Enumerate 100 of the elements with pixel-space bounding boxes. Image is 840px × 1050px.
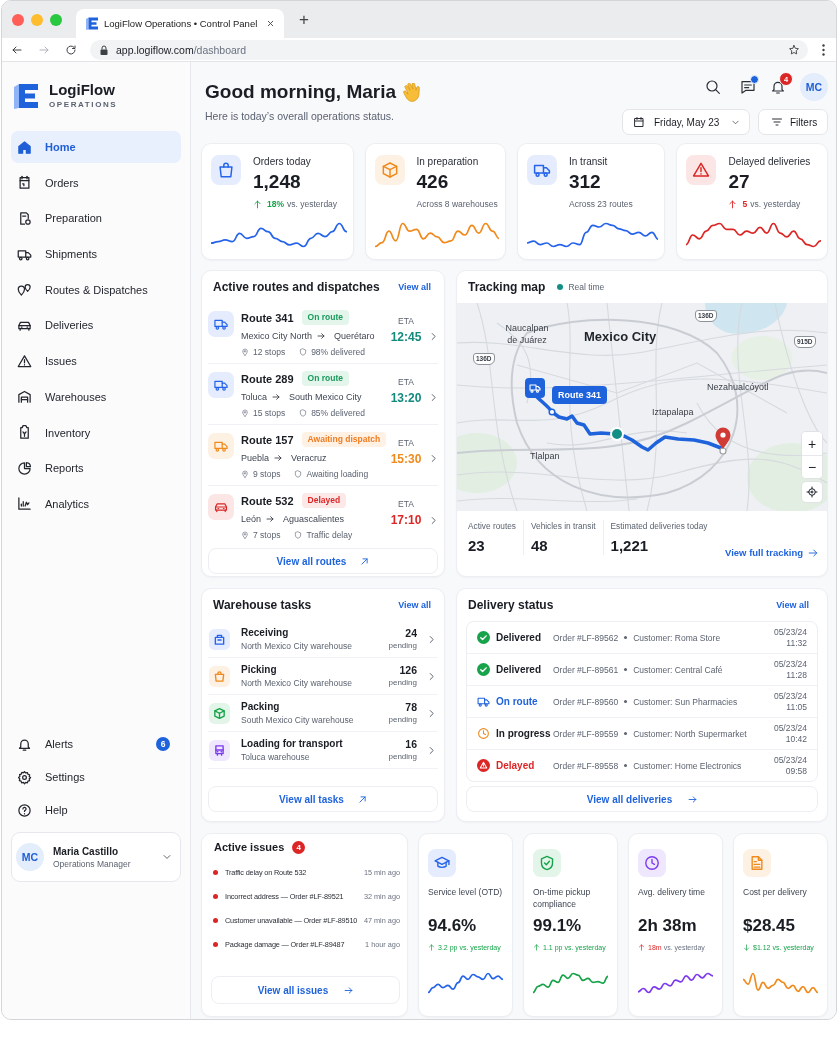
- close-icon[interactable]: [266, 19, 275, 28]
- delivery-row[interactable]: In progress Order #LF-89559 Customer: North Supermarket 05/23/24 10:42: [467, 717, 817, 749]
- location-marker-icon: [610, 427, 624, 441]
- route-row[interactable]: Route 532 Delayed León Aguascalientes 7 stops Traffic delay ETA 17:10: [208, 486, 438, 547]
- bullet-dot-icon: [213, 941, 218, 947]
- nav-item[interactable]: Help: [11, 795, 181, 825]
- reload-icon[interactable]: [65, 43, 77, 56]
- search-icon[interactable]: [705, 79, 721, 95]
- truck-icon: [527, 155, 557, 185]
- separator-dot-icon: [624, 732, 628, 735]
- eta-time: 17:10: [390, 512, 422, 528]
- filters-button[interactable]: Filters: [758, 109, 828, 135]
- arrow-up-right-icon: [357, 794, 367, 804]
- date-picker[interactable]: Friday, May 23: [622, 109, 750, 135]
- clipboard-icon: [17, 425, 32, 440]
- route-destination: Aguascalientes: [283, 513, 345, 524]
- nav-item[interactable]: Home: [11, 131, 181, 163]
- car-icon: [208, 494, 234, 520]
- delivery-status: Delayed: [496, 760, 536, 771]
- menu-icon[interactable]: [822, 43, 825, 56]
- kpi-label: In transit: [569, 155, 609, 169]
- chevron-right-icon: [429, 454, 438, 463]
- place-label: Nezahualcóyotl: [707, 381, 769, 393]
- bookmark-star-icon[interactable]: [788, 43, 800, 56]
- chevron-right-icon: [427, 745, 436, 755]
- task-row[interactable]: Loading for transport Toluca warehouse 16 pending: [208, 732, 438, 769]
- view-all-issues-button[interactable]: View all issues: [211, 976, 400, 1004]
- truck-marker-icon[interactable]: [525, 378, 545, 398]
- route-name: Route 532: [241, 494, 294, 507]
- separator-dot-icon: [624, 636, 628, 639]
- nav-item[interactable]: Deliveries: [11, 309, 181, 342]
- view-all-tasks-button[interactable]: View all tasks: [208, 786, 438, 812]
- view-full-tracking-link[interactable]: View full tracking: [725, 547, 818, 558]
- route-row[interactable]: Route 289 On route Toluca South Mexico City 15 stops 85% delivered ETA 13:20: [208, 364, 438, 425]
- delivery-time: 09:58: [785, 765, 807, 777]
- nav-item[interactable]: Inventory: [11, 416, 181, 449]
- route-row[interactable]: Route 157 Awaiting dispatch Puebla Veracruz 9 stops Awaiting loading ETA 15:30: [208, 425, 438, 486]
- nav-item[interactable]: Alerts 6: [11, 729, 181, 759]
- nav-item[interactable]: Warehouses: [11, 380, 181, 413]
- shield-icon: [299, 408, 308, 417]
- route-row[interactable]: Route 341 On route Mexico City North Querétaro 12 stops 98% delivered ETA 12:45: [208, 303, 438, 364]
- user-menu[interactable]: MC Maria Castillo Operations Manager: [11, 832, 181, 882]
- nav-item[interactable]: Issues: [11, 345, 181, 378]
- messages-icon[interactable]: [740, 79, 756, 95]
- notifications-icon[interactable]: [770, 79, 786, 95]
- clipboard-icon: [17, 210, 32, 226]
- customer-name: Customer: Roma Store: [633, 632, 721, 643]
- delivery-status: Delivered: [496, 664, 543, 675]
- live-label: Real time: [568, 282, 605, 292]
- truck-icon: [208, 433, 234, 459]
- task-row[interactable]: Receiving North Mexico City warehouse 24 pending: [208, 621, 438, 658]
- nav-item[interactable]: Analytics: [11, 487, 181, 520]
- task-row[interactable]: Packing South Mexico City warehouse 78 pending: [208, 695, 438, 732]
- task-name: Receiving: [241, 626, 290, 639]
- waving-hand-icon: [403, 82, 421, 102]
- chevron-right-icon: [429, 332, 438, 341]
- address-bar[interactable]: app.logiflow.com/dashboard: [90, 39, 808, 60]
- nav-item[interactable]: Orders: [11, 166, 181, 199]
- delivery-status: Delivered: [496, 632, 543, 643]
- task-location: Toluca warehouse: [241, 751, 311, 763]
- zoom-out-button[interactable]: −: [802, 455, 822, 478]
- task-count: 24: [405, 627, 417, 640]
- bell-icon: [17, 736, 32, 752]
- warehouse-icon: [17, 389, 32, 405]
- nav-item[interactable]: Preparation: [11, 202, 181, 235]
- view-all-link[interactable]: View all: [398, 282, 431, 292]
- brand-tagline: OPERATIONS: [49, 100, 118, 110]
- delivery-time: 11:32: [786, 637, 807, 649]
- kpi-value: 312: [569, 171, 602, 193]
- task-row[interactable]: Picking North Mexico City warehouse 126 pending: [208, 658, 438, 695]
- user-avatar[interactable]: MC: [800, 73, 828, 101]
- delivery-row[interactable]: Delivered Order #LF-89561 Customer: Central Café 05/23/24 11:28: [467, 653, 817, 685]
- metric-value: 2h 38m: [638, 916, 698, 936]
- close-window-icon[interactable]: [12, 13, 24, 26]
- separator-dot-icon: [624, 764, 628, 767]
- delivery-row[interactable]: Delivered Order #LF-89562 Customer: Roma Store 05/23/24 11:32: [467, 622, 817, 653]
- place-label: Mexico City: [584, 329, 657, 345]
- nav-item[interactable]: Settings: [11, 762, 181, 792]
- new-tab-button[interactable]: +: [299, 11, 309, 28]
- kpi-note: Across 23 routes: [569, 198, 633, 210]
- view-all-link[interactable]: View all: [776, 600, 809, 610]
- arrow-right-icon: [808, 547, 818, 558]
- view-all-link[interactable]: View all: [398, 600, 431, 610]
- delivery-time: 10:42: [785, 733, 807, 745]
- route-tooltip: Route 341: [552, 386, 607, 404]
- nav-item[interactable]: Routes & Dispatches: [11, 273, 181, 306]
- view-all-deliveries-button[interactable]: View all deliveries: [466, 786, 818, 812]
- nav-item[interactable]: Reports: [11, 452, 181, 485]
- stops-count: 9 stops: [253, 468, 281, 479]
- browser-tab[interactable]: LogiFlow Operations • Control Panel: [76, 9, 284, 38]
- brand-name: LogiFlow: [49, 82, 116, 98]
- locate-button[interactable]: [801, 481, 823, 503]
- delivery-date: 05/23/24: [773, 754, 807, 766]
- shield-icon: [294, 469, 303, 478]
- view-all-routes-button[interactable]: View all routes: [208, 548, 438, 574]
- nav-item[interactable]: Shipments: [11, 238, 181, 271]
- route-name: Route 289: [241, 372, 294, 385]
- delivery-row[interactable]: Delayed Order #LF-89558 Customer: Home Electronics 05/23/24 09:58: [467, 749, 817, 781]
- delivery-row[interactable]: On route Order #LF-89560 Customer: Sun Pharmacies 05/23/24 11:05: [467, 685, 817, 717]
- delivery-date: 05/23/24: [773, 722, 807, 734]
